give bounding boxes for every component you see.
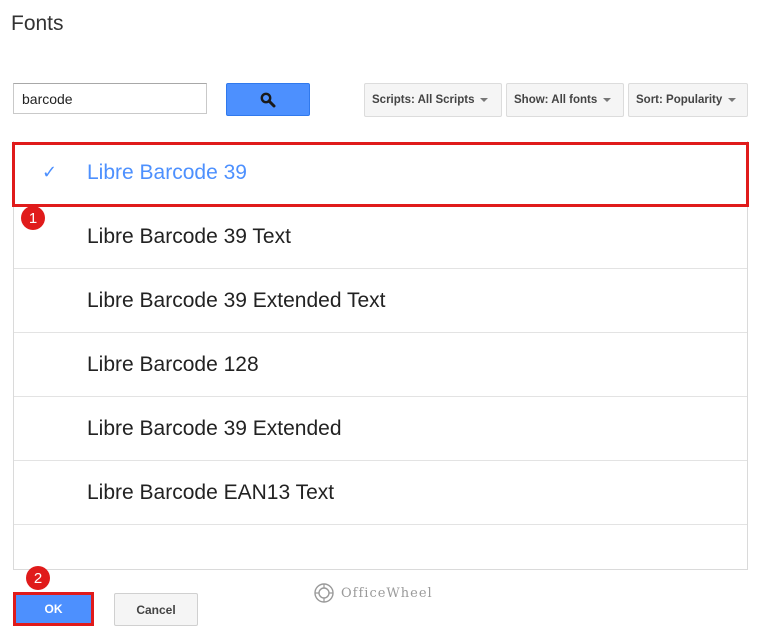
font-list-item-libre-barcode-ean13-text[interactable]: Libre Barcode EAN13 Text: [14, 461, 747, 525]
font-name: Libre Barcode 39 Text: [87, 224, 291, 248]
font-name: Libre Barcode 39 Extended Text: [87, 288, 386, 312]
ok-button[interactable]: OK: [13, 592, 94, 626]
font-list-item-libre-barcode-39-extended[interactable]: Libre Barcode 39 Extended: [14, 397, 747, 461]
font-list-item-libre-barcode-39-text[interactable]: Libre Barcode 39 Text: [14, 205, 747, 269]
search-input[interactable]: [13, 83, 207, 114]
show-filter-label: Show: All fonts: [514, 94, 598, 106]
watermark: OfficeWheel: [313, 582, 433, 604]
scripts-filter-dropdown[interactable]: Scripts: All Scripts: [364, 83, 502, 117]
font-name: Libre Barcode 128: [87, 352, 259, 376]
watermark-text: OfficeWheel: [341, 585, 433, 601]
checkmark-icon: ✓: [42, 162, 58, 182]
sort-filter-dropdown[interactable]: Sort: Popularity: [628, 83, 748, 117]
cancel-button[interactable]: Cancel: [114, 593, 198, 626]
step-marker-2: 2: [26, 566, 50, 590]
search-button[interactable]: [226, 83, 310, 116]
font-list: ✓ Libre Barcode 39 Libre Barcode 39 Text…: [13, 141, 748, 570]
chevron-down-icon: [480, 98, 489, 102]
font-name: Libre Barcode 39 Extended: [87, 416, 342, 440]
chevron-down-icon: [728, 98, 737, 102]
font-name: Libre Barcode EAN13 Text: [87, 480, 335, 504]
dialog-title: Fonts: [11, 12, 64, 35]
font-list-item-libre-barcode-128[interactable]: Libre Barcode 128: [14, 333, 747, 397]
scripts-filter-label: Scripts: All Scripts: [372, 94, 475, 106]
search-icon: [260, 92, 276, 107]
font-name: Libre Barcode 39: [87, 160, 247, 184]
officewheel-logo-icon: [314, 583, 334, 603]
show-filter-dropdown[interactable]: Show: All fonts: [506, 83, 624, 117]
step-marker-1: 1: [21, 206, 45, 230]
sort-filter-label: Sort: Popularity: [636, 94, 723, 106]
chevron-down-icon: [603, 98, 612, 102]
font-list-item-libre-barcode-39[interactable]: ✓ Libre Barcode 39: [14, 141, 747, 205]
font-list-item-libre-barcode-39-extended-text[interactable]: Libre Barcode 39 Extended Text: [14, 269, 747, 333]
